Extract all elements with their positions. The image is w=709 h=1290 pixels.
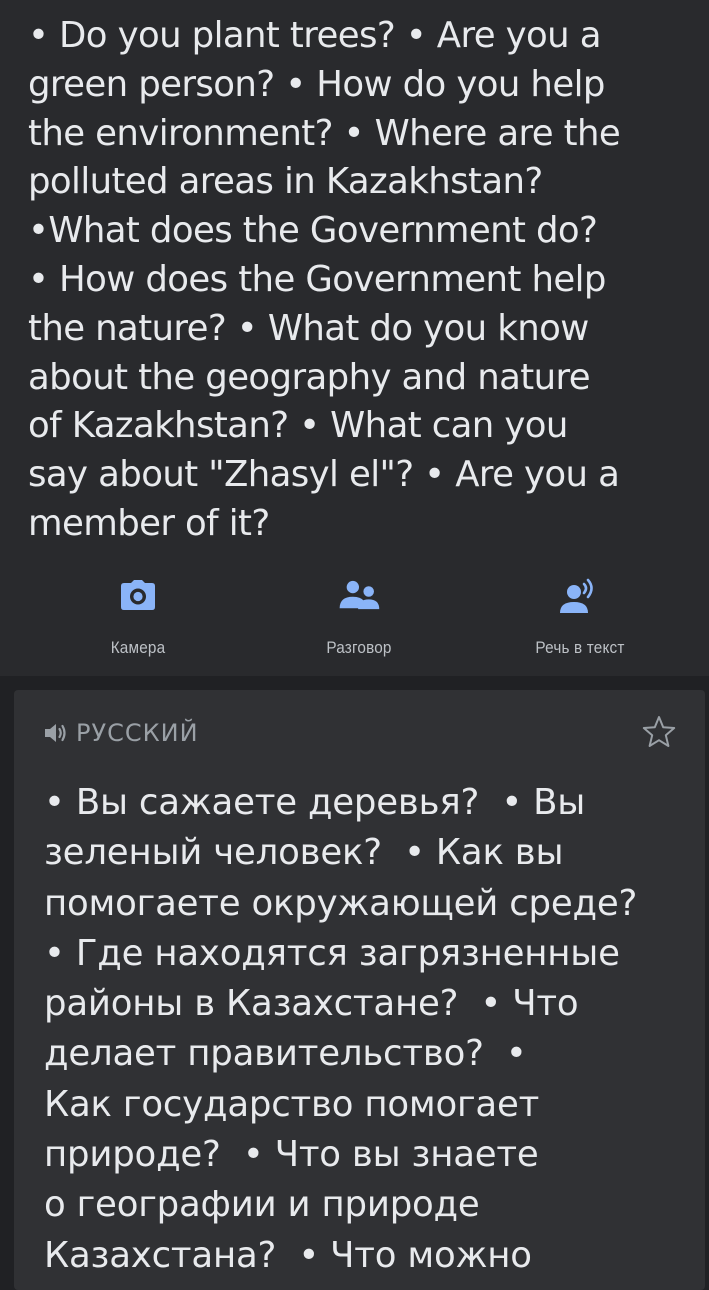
source-text-line: the nature? • What do you know (28, 307, 589, 349)
source-text-line: say about "Zhasyl el"? • Are you a (28, 454, 620, 496)
source-text-line: polluted areas in Kazakhstan? (28, 161, 543, 203)
source-text-line: • Do you plant trees? • Are you a (28, 15, 601, 56)
source-text-area[interactable]: • Do you plant trees? • Are you a green p… (0, 0, 709, 676)
translated-text-line: • Где находятся загрязненные (44, 932, 620, 974)
translated-text-line: природе? • Что вы знаете (44, 1134, 539, 1176)
conversation-icon (337, 573, 381, 617)
listen-translation-button[interactable]: РУССКИЙ (44, 715, 199, 751)
source-text-line: about the geography and nature (28, 356, 591, 398)
source-text-line: of Kazakhstan? • What can you (28, 405, 568, 447)
translated-text-line: зеленый человек? • Как вы (44, 832, 564, 874)
translated-text-line: делает правительство? • (44, 1033, 527, 1075)
save-translation-button[interactable] (639, 712, 679, 752)
translated-text: • Вы сажаете деревья? • Вы зеленый челове… (44, 778, 694, 1281)
camera-label: Камера (110, 638, 166, 657)
translated-text-line: Казахстана? • Что можно (44, 1234, 532, 1276)
camera-button[interactable]: Камера (38, 565, 238, 675)
translation-card: РУССКИЙ • Вы сажаете деревья? • Вы зелены… (14, 690, 705, 1290)
source-text-line: green person? • How do you help (28, 63, 605, 105)
transcribe-label: Речь в текст (535, 638, 625, 657)
source-text-line: •What does the Government do? (28, 210, 598, 252)
source-text-line: • How does the Government help (28, 258, 606, 300)
speaker-icon (45, 724, 66, 742)
translated-text-line: • Вы сажаете деревья? • Вы (44, 782, 586, 823)
source-text[interactable]: • Do you plant trees? • Are you a green p… (28, 12, 688, 549)
camera-icon (116, 573, 160, 617)
translated-text-line: о географии и природе (44, 1184, 480, 1226)
source-text-line: member of it? (28, 502, 270, 544)
star-icon (642, 716, 676, 747)
conversation-label: Разговор (326, 638, 392, 657)
source-text-line: the environment? • Where are the (28, 112, 621, 154)
target-language-label: РУССКИЙ (76, 719, 199, 747)
input-actions-bar: Камера Разговор Речь в текст (0, 565, 709, 675)
translated-text-line: помогаете окружающей среде? (44, 882, 638, 924)
translated-text-line: Как государство помогает (44, 1083, 540, 1125)
transcribe-button[interactable]: Речь в текст (480, 565, 680, 675)
translated-text-line: районы в Казахстане? • Что (44, 983, 579, 1025)
transcribe-icon (558, 573, 602, 617)
conversation-button[interactable]: Разговор (259, 565, 459, 675)
